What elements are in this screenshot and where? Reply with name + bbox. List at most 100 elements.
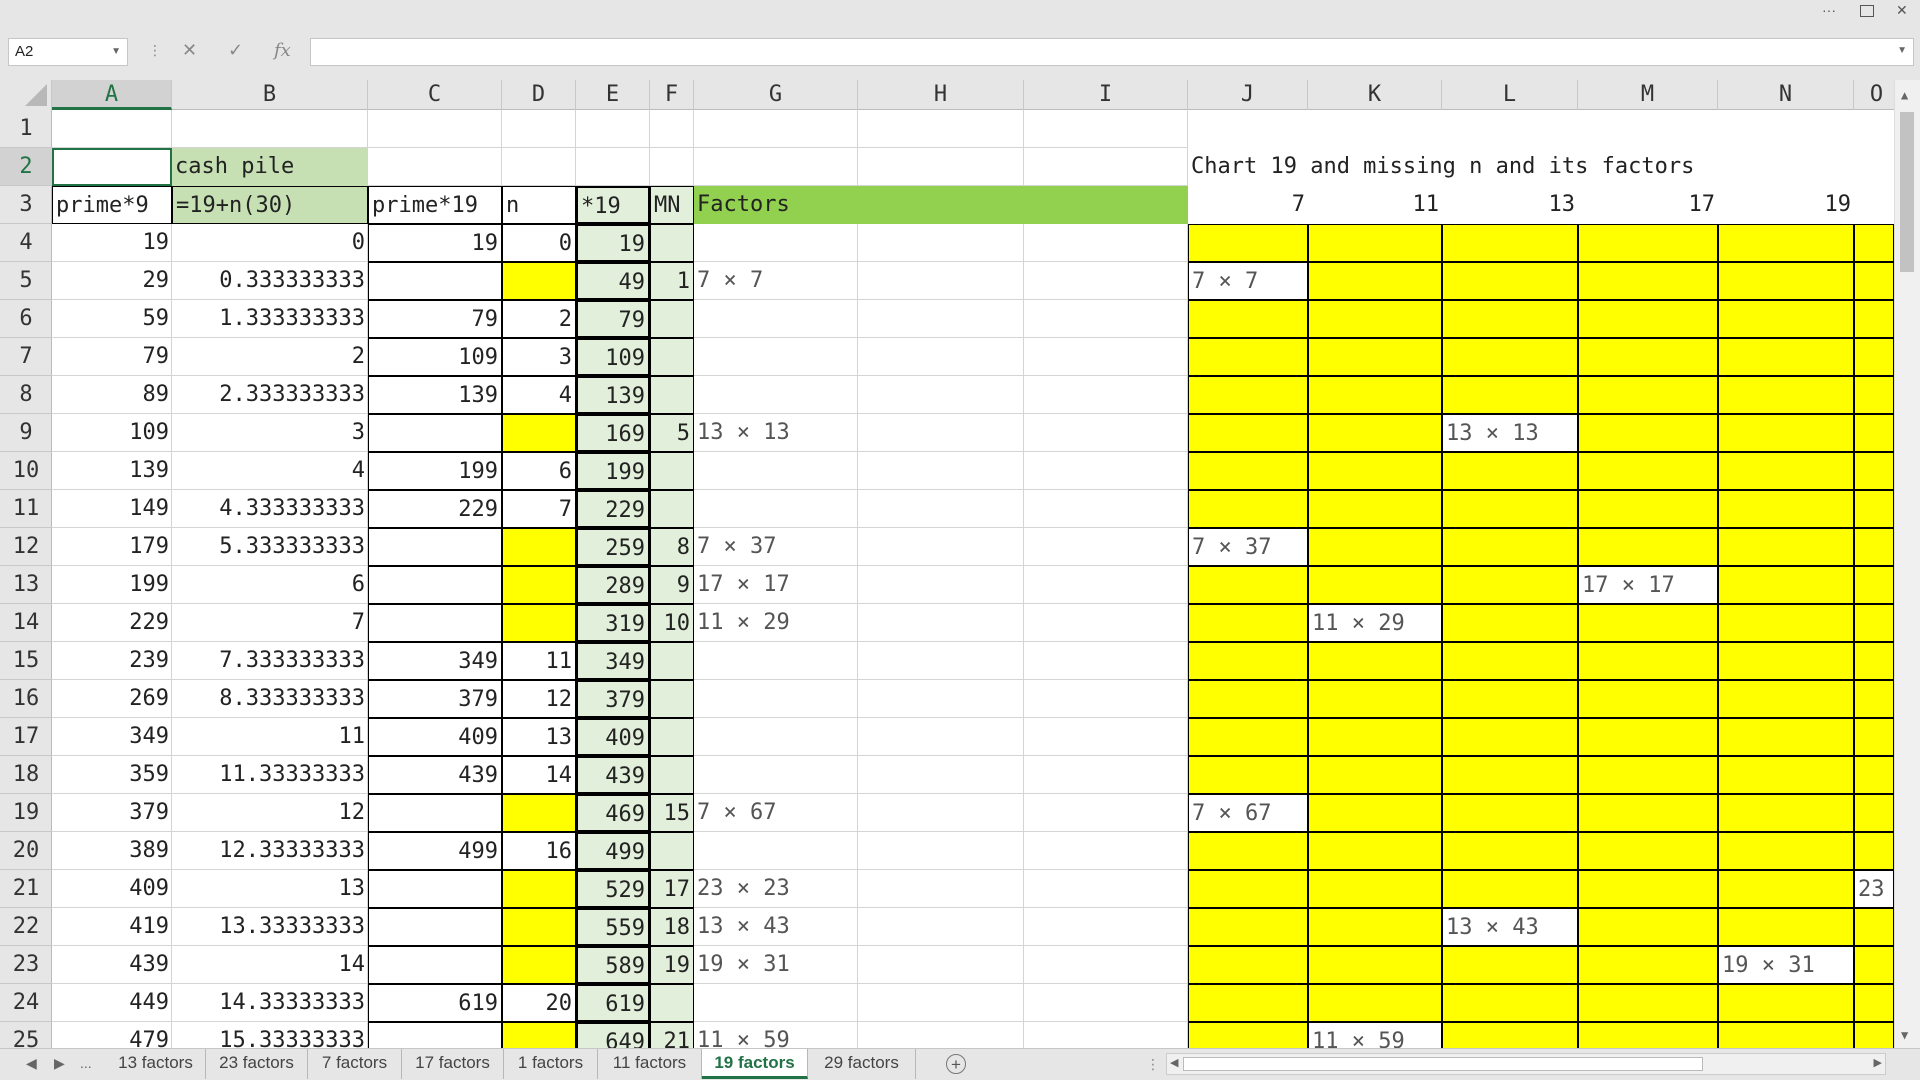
row-header-8[interactable]: 8 bbox=[0, 376, 52, 414]
row-header-9[interactable]: 9 bbox=[0, 414, 52, 452]
grid-cell[interactable] bbox=[1024, 110, 1188, 148]
chart-empty-cell[interactable] bbox=[1442, 490, 1578, 528]
chart-empty-cell[interactable] bbox=[1308, 566, 1442, 604]
cell-n[interactable] bbox=[502, 604, 576, 642]
chart-factor-cell[interactable]: 17 × 17 bbox=[1578, 566, 1718, 604]
cell-factors[interactable]: 23 × 23 bbox=[694, 870, 1188, 908]
cell-times19[interactable]: 529 bbox=[576, 870, 650, 908]
chart-empty-cell[interactable] bbox=[1718, 908, 1854, 946]
cell-prime19[interactable] bbox=[368, 1022, 502, 1048]
chart-empty-cell[interactable] bbox=[1578, 452, 1718, 490]
chart-empty-cell[interactable] bbox=[1854, 376, 1894, 414]
chart-empty-cell[interactable] bbox=[1308, 756, 1442, 794]
cell-prime9[interactable]: 419 bbox=[52, 908, 172, 946]
select-all-button[interactable] bbox=[0, 80, 52, 110]
scroll-down-icon[interactable]: ▼ bbox=[1901, 1028, 1908, 1042]
cell-n[interactable] bbox=[502, 1022, 576, 1048]
cash-pile-label[interactable]: cash pile bbox=[172, 148, 368, 186]
row-header-16[interactable]: 16 bbox=[0, 680, 52, 718]
chart-empty-cell[interactable] bbox=[1854, 414, 1894, 452]
chart-empty-cell[interactable] bbox=[1188, 984, 1308, 1022]
cell-cash-pile[interactable]: 2.333333333 bbox=[172, 376, 368, 414]
cell-mn[interactable] bbox=[650, 224, 694, 262]
grid-cell[interactable] bbox=[502, 148, 576, 186]
cell-mn[interactable] bbox=[650, 832, 694, 870]
chart-empty-cell[interactable] bbox=[1442, 262, 1578, 300]
row-header-22[interactable]: 22 bbox=[0, 908, 52, 946]
header-times19[interactable]: *19 bbox=[576, 186, 650, 224]
column-header-g[interactable]: G bbox=[694, 80, 858, 110]
chart-empty-cell[interactable] bbox=[1188, 452, 1308, 490]
cell-prime9[interactable]: 479 bbox=[52, 1022, 172, 1048]
cell-prime19[interactable] bbox=[368, 262, 502, 300]
chart-empty-cell[interactable] bbox=[1578, 528, 1718, 566]
restore-icon[interactable] bbox=[1860, 5, 1874, 17]
cell-prime9[interactable]: 19 bbox=[52, 224, 172, 262]
cell-cash-pile[interactable]: 6 bbox=[172, 566, 368, 604]
cell-prime9[interactable]: 379 bbox=[52, 794, 172, 832]
cell-mn[interactable] bbox=[650, 642, 694, 680]
chart-column-header[interactable]: 13 bbox=[1442, 186, 1578, 224]
cell-cash-pile[interactable]: 1.333333333 bbox=[172, 300, 368, 338]
chart-empty-cell[interactable] bbox=[1854, 452, 1894, 490]
grid-cell[interactable] bbox=[576, 148, 650, 186]
cell-n[interactable] bbox=[502, 262, 576, 300]
cell-mn[interactable] bbox=[650, 680, 694, 718]
chart-empty-cell[interactable] bbox=[1578, 224, 1718, 262]
chart-empty-cell[interactable] bbox=[1308, 680, 1442, 718]
cell-n[interactable] bbox=[502, 414, 576, 452]
chart-empty-cell[interactable] bbox=[1308, 414, 1442, 452]
chart-empty-cell[interactable] bbox=[1578, 604, 1718, 642]
column-header-h[interactable]: H bbox=[858, 80, 1024, 110]
cell-prime19[interactable]: 349 bbox=[368, 642, 502, 680]
cell-factors[interactable] bbox=[694, 300, 1188, 338]
chart-empty-cell[interactable] bbox=[1308, 452, 1442, 490]
cell-prime9[interactable]: 179 bbox=[52, 528, 172, 566]
chart-empty-cell[interactable] bbox=[1442, 338, 1578, 376]
cell-prime9[interactable]: 409 bbox=[52, 870, 172, 908]
cell-times19[interactable]: 259 bbox=[576, 528, 650, 566]
chart-empty-cell[interactable] bbox=[1578, 490, 1718, 528]
scroll-left-icon[interactable]: ◀ bbox=[1170, 1056, 1178, 1069]
row-header-6[interactable]: 6 bbox=[0, 300, 52, 338]
cell-times19[interactable]: 589 bbox=[576, 946, 650, 984]
cell-cash-pile[interactable]: 4 bbox=[172, 452, 368, 490]
chart-empty-cell[interactable] bbox=[1308, 528, 1442, 566]
sheet-tab[interactable]: 11 factors bbox=[598, 1049, 702, 1079]
chart-empty-cell[interactable] bbox=[1578, 680, 1718, 718]
chart-empty-cell[interactable] bbox=[1188, 604, 1308, 642]
column-header-c[interactable]: C bbox=[368, 80, 502, 110]
chart-empty-cell[interactable] bbox=[1308, 262, 1442, 300]
row-header-12[interactable]: 12 bbox=[0, 528, 52, 566]
chart-factor-cell[interactable]: 13 × 13 bbox=[1442, 414, 1578, 452]
cell-times19[interactable]: 349 bbox=[576, 642, 650, 680]
chart-title[interactable]: Chart 19 and missing n and its factors bbox=[1188, 148, 1854, 186]
cell-cash-pile[interactable]: 14 bbox=[172, 946, 368, 984]
chart-empty-cell[interactable] bbox=[1718, 984, 1854, 1022]
chart-empty-cell[interactable] bbox=[1188, 870, 1308, 908]
chart-empty-cell[interactable] bbox=[1442, 1022, 1578, 1048]
cell-mn[interactable] bbox=[650, 756, 694, 794]
grid-cell[interactable] bbox=[368, 110, 502, 148]
chart-empty-cell[interactable] bbox=[1308, 642, 1442, 680]
cell-prime19[interactable]: 79 bbox=[368, 300, 502, 338]
row-header-10[interactable]: 10 bbox=[0, 452, 52, 490]
cell-factors[interactable] bbox=[694, 224, 1188, 262]
cell-n[interactable] bbox=[502, 946, 576, 984]
header-mn[interactable]: MN bbox=[650, 186, 694, 224]
cell-prime19[interactable]: 139 bbox=[368, 376, 502, 414]
header-factors[interactable]: Factors bbox=[694, 186, 1188, 224]
chart-empty-cell[interactable] bbox=[1578, 262, 1718, 300]
chart-empty-cell[interactable] bbox=[1718, 832, 1854, 870]
grid-cell[interactable] bbox=[650, 110, 694, 148]
chart-empty-cell[interactable] bbox=[1188, 224, 1308, 262]
cell-prime19[interactable] bbox=[368, 414, 502, 452]
cell-times19[interactable]: 379 bbox=[576, 680, 650, 718]
column-header-b[interactable]: B bbox=[172, 80, 368, 110]
cell-times19[interactable]: 139 bbox=[576, 376, 650, 414]
chart-empty-cell[interactable] bbox=[1718, 414, 1854, 452]
chart-empty-cell[interactable] bbox=[1718, 680, 1854, 718]
chart-empty-cell[interactable] bbox=[1578, 946, 1718, 984]
cell-prime9[interactable]: 269 bbox=[52, 680, 172, 718]
cell-cash-pile[interactable]: 11.33333333 bbox=[172, 756, 368, 794]
